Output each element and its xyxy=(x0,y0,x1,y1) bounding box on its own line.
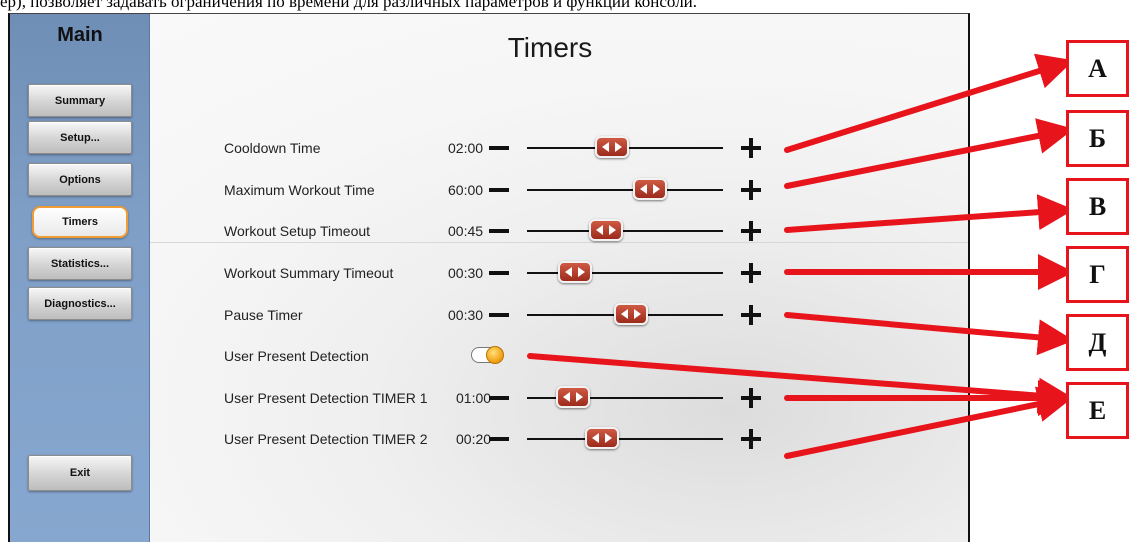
callout-g: Г xyxy=(1066,246,1129,303)
arrow-d xyxy=(784,312,1074,356)
arrow-v xyxy=(784,194,1074,233)
callout-a: А xyxy=(1066,40,1129,97)
callout-b: Б xyxy=(1066,110,1129,167)
callout-v: В xyxy=(1066,178,1129,235)
callout-e: Е xyxy=(1066,382,1129,439)
arrow-e-timer2 xyxy=(784,386,1074,459)
callout-d: Д xyxy=(1066,314,1129,371)
arrow-e-toggle xyxy=(527,353,1074,414)
annotation-arrows xyxy=(527,53,1074,459)
